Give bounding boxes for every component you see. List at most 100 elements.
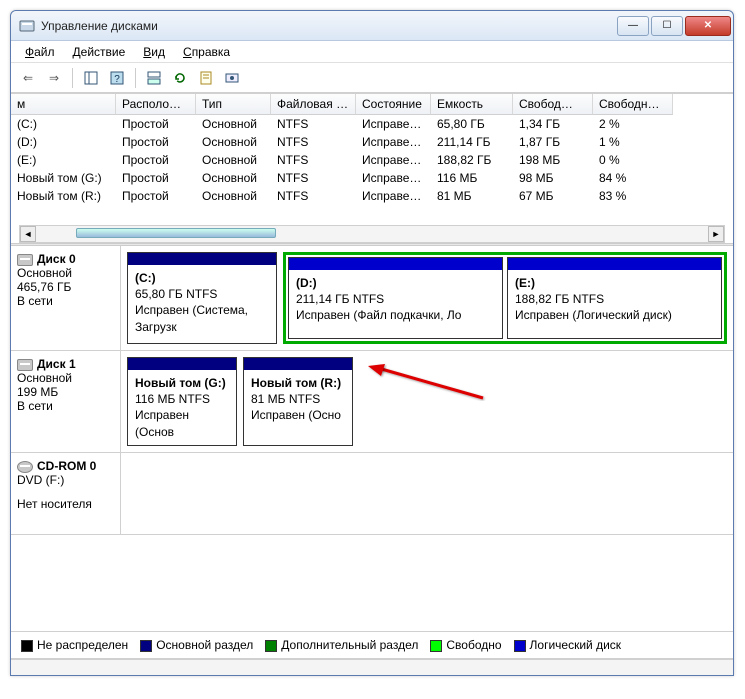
disk-type: Основной xyxy=(17,371,114,385)
partition-header xyxy=(128,253,276,265)
partition-g[interactable]: Новый том (G:) 116 МБ NTFS Исправен (Осн… xyxy=(127,357,237,446)
partition-e[interactable]: (E:) 188,82 ГБ NTFS Исправен (Логический… xyxy=(507,257,722,339)
partition-size: 211,14 ГБ NTFS xyxy=(296,291,495,307)
col-pct[interactable]: Свободно % xyxy=(593,94,673,115)
disk-type: DVD (F:) xyxy=(17,473,114,487)
cell-fs: NTFS xyxy=(271,133,356,151)
cell-pct: 1 % xyxy=(593,133,673,151)
window-title: Управление дисками xyxy=(41,19,615,33)
scroll-track[interactable] xyxy=(36,226,708,242)
cell-layout: Простой xyxy=(116,115,196,133)
disk-size: 465,76 ГБ xyxy=(17,280,114,294)
disk-info-1[interactable]: Диск 1 Основной 199 МБ В сети xyxy=(11,351,121,452)
cell-free: 198 МБ xyxy=(513,151,593,169)
disk-status: В сети xyxy=(17,399,114,413)
toolbar: ⇐ ⇒ ? xyxy=(11,63,733,93)
partition-c[interactable]: (C:) 65,80 ГБ NTFS Исправен (Система, За… xyxy=(127,252,277,344)
partition-name: Новый том (R:) xyxy=(251,375,345,391)
cell-cap: 116 МБ xyxy=(431,169,513,187)
disk-row-cd: CD-ROM 0 DVD (F:) Нет носителя xyxy=(11,453,733,535)
cell-type: Основной xyxy=(196,187,271,205)
legend-logical: Логический диск xyxy=(514,638,622,652)
maximize-button[interactable]: ☐ xyxy=(651,16,683,36)
col-layout[interactable]: Располо… xyxy=(116,94,196,115)
disk-management-window: Управление дисками — ☐ ✕ Файл Действие В… xyxy=(10,10,734,676)
disk-info-0[interactable]: Диск 0 Основной 465,76 ГБ В сети xyxy=(11,246,121,350)
col-volume[interactable]: м xyxy=(11,94,116,115)
volume-row[interactable]: Новый том (G:)ПростойОсновнойNTFSИсправе… xyxy=(11,169,733,187)
menu-view[interactable]: Вид xyxy=(135,43,173,61)
col-capacity[interactable]: Емкость xyxy=(431,94,513,115)
cell-layout: Простой xyxy=(116,133,196,151)
cell-type: Основной xyxy=(196,115,271,133)
minimize-button[interactable]: — xyxy=(617,16,649,36)
partition-status: Исправен (Система, Загрузк xyxy=(135,302,269,334)
partition-status: Исправен (Логический диск) xyxy=(515,307,714,323)
cell-name: (D:) xyxy=(11,133,116,151)
refresh-button[interactable] xyxy=(169,67,191,89)
cell-state: Исправен… xyxy=(356,169,431,187)
col-status[interactable]: Состояние xyxy=(356,94,431,115)
scroll-right-button[interactable]: ► xyxy=(708,226,724,242)
partition-size: 81 МБ NTFS xyxy=(251,391,345,407)
cell-name: Новый том (R:) xyxy=(11,187,116,205)
cell-name: Новый том (G:) xyxy=(11,169,116,187)
volume-row[interactable]: (E:)ПростойОсновнойNTFSИсправен…188,82 Г… xyxy=(11,151,733,169)
partition-d[interactable]: (D:) 211,14 ГБ NTFS Исправен (Файл подка… xyxy=(288,257,503,339)
cell-cap: 211,14 ГБ xyxy=(431,133,513,151)
cell-type: Основной xyxy=(196,169,271,187)
view-top-button[interactable] xyxy=(143,67,165,89)
nav-forward-button[interactable]: ⇒ xyxy=(43,67,65,89)
title-bar[interactable]: Управление дисками — ☐ ✕ xyxy=(11,11,733,41)
settings-button[interactable] xyxy=(221,67,243,89)
cell-state: Исправен… xyxy=(356,133,431,151)
horizontal-scrollbar[interactable]: ◄ ► xyxy=(19,225,725,243)
partition-header xyxy=(244,358,352,370)
cell-name: (E:) xyxy=(11,151,116,169)
legend-extended: Дополнительный раздел xyxy=(265,638,418,652)
scroll-thumb[interactable] xyxy=(76,228,276,238)
close-button[interactable]: ✕ xyxy=(685,16,731,36)
volume-row[interactable]: Новый том (R:)ПростойОсновнойNTFSИсправе… xyxy=(11,187,733,205)
volume-row[interactable]: (D:)ПростойОсновнойNTFSИсправен…211,14 Г… xyxy=(11,133,733,151)
disk-title: CD-ROM 0 xyxy=(37,459,96,473)
menu-file[interactable]: Файл xyxy=(17,43,63,61)
partition-size: 188,82 ГБ NTFS xyxy=(515,291,714,307)
partition-status: Исправен (Основ xyxy=(135,407,229,439)
col-filesystem[interactable]: Файловая с… xyxy=(271,94,356,115)
legend: Не распределен Основной раздел Дополните… xyxy=(11,631,733,659)
disk-info-cd[interactable]: CD-ROM 0 DVD (F:) Нет носителя xyxy=(11,453,121,534)
col-free[interactable]: Свобод… xyxy=(513,94,593,115)
partition-r[interactable]: Новый том (R:) 81 МБ NTFS Исправен (Осно xyxy=(243,357,353,446)
partition-size: 65,80 ГБ NTFS xyxy=(135,286,269,302)
menu-help[interactable]: Справка xyxy=(175,43,238,61)
partition-size: 116 МБ NTFS xyxy=(135,391,229,407)
volume-row[interactable]: (C:)ПростойОсновнойNTFSИсправен…65,80 ГБ… xyxy=(11,115,733,133)
nav-back-button[interactable]: ⇐ xyxy=(17,67,39,89)
show-hide-tree-button[interactable] xyxy=(80,67,102,89)
cell-fs: NTFS xyxy=(271,169,356,187)
toolbar-divider xyxy=(72,68,73,88)
cell-fs: NTFS xyxy=(271,187,356,205)
legend-free: Свободно xyxy=(430,638,501,652)
graphical-view: Диск 0 Основной 465,76 ГБ В сети (C:) 65… xyxy=(11,246,733,631)
disk-size: 199 МБ xyxy=(17,385,114,399)
menu-action[interactable]: Действие xyxy=(65,43,134,61)
cell-pct: 2 % xyxy=(593,115,673,133)
help-button[interactable]: ? xyxy=(106,67,128,89)
svg-text:?: ? xyxy=(114,74,120,85)
properties-button[interactable] xyxy=(195,67,217,89)
cell-free: 67 МБ xyxy=(513,187,593,205)
partition-header xyxy=(508,258,721,270)
legend-primary: Основной раздел xyxy=(140,638,253,652)
status-bar xyxy=(11,659,733,675)
disk-icon xyxy=(17,359,33,371)
partition-header xyxy=(128,358,236,370)
scroll-left-button[interactable]: ◄ xyxy=(20,226,36,242)
cell-name: (C:) xyxy=(11,115,116,133)
column-headers: м Располо… Тип Файловая с… Состояние Емк… xyxy=(11,94,733,115)
cell-pct: 83 % xyxy=(593,187,673,205)
col-type[interactable]: Тип xyxy=(196,94,271,115)
cell-free: 1,87 ГБ xyxy=(513,133,593,151)
cell-cap: 65,80 ГБ xyxy=(431,115,513,133)
